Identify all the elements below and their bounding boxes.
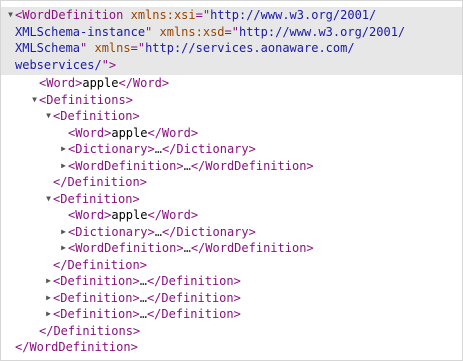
collapsed-triangle-icon[interactable]: ▶: [59, 141, 68, 158]
tag-close: </WordDefinition>: [190, 158, 314, 173]
tag-close: </Definition>: [146, 274, 241, 288]
attr-value: webservices/: [15, 57, 102, 72]
xml-line-dictionary: ▶ <Dictionary>…</Dictionary>: [1, 141, 462, 158]
xml-viewer-window: ▼ <WordDefinition xmlns:xsi="http://www.w…: [0, 0, 463, 361]
tag-close: </Definition>: [53, 257, 147, 272]
text-node: apple: [82, 76, 119, 90]
tag-open: <Definitions>: [39, 92, 133, 107]
collapsed-triangle-icon[interactable]: ▶: [59, 158, 68, 175]
attr-value: XMLSchema-instance: [15, 24, 146, 39]
xml-line-definition-open: ▼ <Definition>: [1, 108, 462, 125]
tag-open: <Dictionary>: [68, 224, 155, 239]
collapsed-triangle-icon[interactable]: ▶: [44, 290, 53, 307]
xml-line-worddefinition: ▶ <WordDefinition>…</WordDefinition>: [1, 240, 462, 257]
xml-line-root-close: </WordDefinition>: [1, 339, 462, 356]
tag-open: <WordDefinition: [15, 8, 131, 22]
tag-close: </WordDefinition>: [190, 241, 314, 255]
xml-line-definition-open: ▼ <Definition>: [1, 191, 462, 208]
attr-name: xmlns:xsi: [130, 8, 196, 22]
tag-close: </Definition>: [53, 175, 147, 189]
expanded-triangle-icon[interactable]: ▼: [30, 92, 39, 109]
ellipsis: …: [139, 274, 147, 288]
xml-tree: ▼ <WordDefinition xmlns:xsi="http://www.w…: [1, 1, 462, 356]
tag-close: </Dictionary>: [161, 224, 256, 239]
tag-end: ">: [101, 57, 117, 72]
collapsed-triangle-icon[interactable]: ▶: [44, 306, 53, 323]
xml-line: webservices/">: [1, 57, 458, 74]
xml-line-dictionary: ▶ <Dictionary>…</Dictionary>: [1, 224, 462, 241]
tag-open: <Definition>: [53, 191, 140, 206]
tag-close: </Definitions>: [39, 323, 141, 338]
tag-close: </Definition>: [146, 290, 241, 305]
tag-close: </Word>: [118, 76, 170, 90]
attr-eq: =": [224, 24, 239, 39]
xml-line-definitions-open: ▼ <Definitions>: [1, 92, 462, 109]
attr-quote: ": [145, 24, 160, 39]
xml-line: XMLSchema" xmlns="http://services.aonawa…: [1, 40, 458, 57]
tag-close: </Word>: [147, 208, 199, 222]
ellipsis: …: [154, 224, 162, 239]
attr-eq: =": [130, 41, 146, 55]
collapsed-triangle-icon[interactable]: ▶: [44, 273, 53, 290]
expanded-triangle-icon[interactable]: ▼: [44, 191, 53, 208]
root-open-tag-highlight[interactable]: ▼ <WordDefinition xmlns:xsi="http://www.w…: [1, 7, 462, 75]
xml-line-definition-collapsed: ▶ <Definition>…</Definition>: [1, 290, 462, 307]
tag-open: <WordDefinition>: [68, 158, 184, 173]
xml-line-definition-close: </Definition>: [1, 174, 462, 191]
attr-value: http://services.aonaware.com/: [145, 41, 355, 55]
xml-line-definition-collapsed: ▶ <Definition>…</Definition>: [1, 273, 462, 290]
attr-eq: =": [195, 8, 211, 22]
xml-line-definition-collapsed: ▶ <Definition>…</Definition>: [1, 306, 462, 323]
xml-line-word: <Word>apple</Word>: [1, 125, 462, 142]
tag-open: <Word>: [39, 76, 83, 90]
xml-line-definitions-close: </Definitions>: [1, 323, 462, 340]
tag-open: <Word>: [68, 208, 112, 222]
tag-open: <Dictionary>: [68, 142, 155, 156]
attr-value: http://www.w3.org/2001/: [210, 8, 377, 22]
tag-open: <Definition>: [53, 307, 140, 321]
ellipsis: …: [183, 158, 191, 173]
xml-line-word: <Word>apple</Word>: [1, 75, 462, 92]
tag-open: <WordDefinition>: [68, 241, 184, 255]
tag-open: <Word>: [68, 125, 112, 140]
xml-line-definition-close: </Definition>: [1, 257, 462, 274]
xml-line-word: <Word>apple</Word>: [1, 207, 462, 224]
collapsed-triangle-icon[interactable]: ▶: [59, 224, 68, 241]
ellipsis: …: [139, 307, 147, 321]
attr-value: http://www.w3.org/2001/: [238, 24, 406, 39]
tag-open: <Definition>: [53, 290, 140, 305]
expanded-triangle-icon[interactable]: ▼: [44, 108, 53, 125]
tag-close: </Word>: [147, 125, 199, 140]
collapsed-triangle-icon[interactable]: ▶: [59, 240, 68, 257]
text-node: apple: [111, 208, 148, 222]
tag-close: </WordDefinition>: [15, 340, 138, 354]
xml-line-worddefinition: ▶ <WordDefinition>…</WordDefinition>: [1, 158, 462, 175]
xml-line: XMLSchema-instance" xmlns:xsd="http://ww…: [1, 24, 458, 41]
ellipsis: …: [183, 241, 191, 255]
tag-open: <Definition>: [53, 274, 140, 288]
tag-open: <Definition>: [53, 109, 140, 123]
xml-line: ▼ <WordDefinition xmlns:xsi="http://www.w…: [1, 7, 458, 24]
expanded-triangle-icon[interactable]: ▼: [6, 7, 15, 24]
attr-name: xmlns:xsd: [159, 24, 225, 39]
attr-quote: ": [80, 41, 95, 55]
text-node: apple: [111, 125, 148, 140]
attr-name: xmlns: [94, 41, 131, 55]
attr-value: XMLSchema: [15, 41, 81, 55]
tag-close: </Definition>: [146, 307, 241, 321]
ellipsis: …: [154, 142, 162, 156]
tag-close: </Dictionary>: [161, 142, 256, 156]
ellipsis: …: [139, 290, 147, 305]
